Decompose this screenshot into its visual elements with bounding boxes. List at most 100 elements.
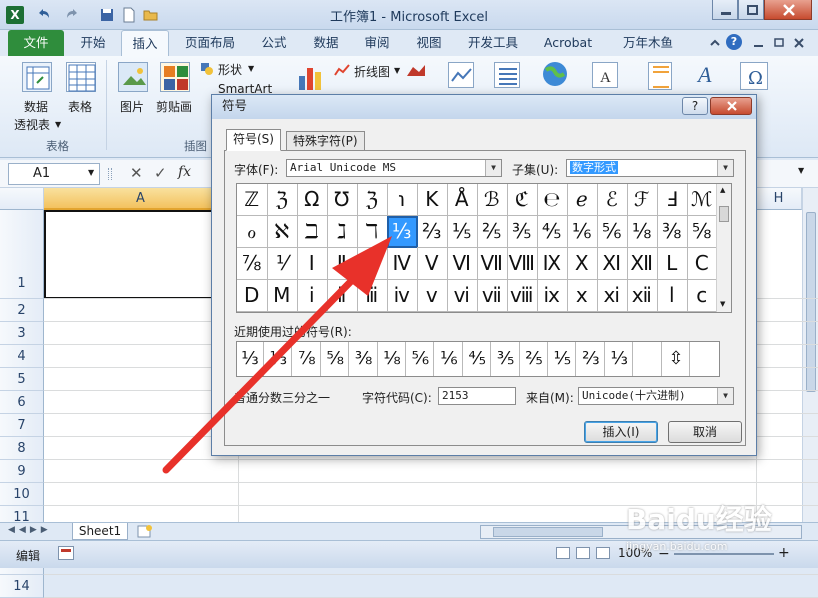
- symbol-cell[interactable]: ℰ: [597, 184, 628, 216]
- confirm-entry-icon[interactable]: ✓: [154, 164, 167, 182]
- recent-symbol-cell[interactable]: ⅜: [351, 342, 378, 376]
- insert-button[interactable]: 插入(I): [584, 421, 658, 443]
- symbol-cell[interactable]: ⅰ: [297, 280, 328, 312]
- tab-custom[interactable]: 万年木鱼: [608, 30, 688, 56]
- tab-review[interactable]: 审阅: [352, 30, 402, 56]
- recent-symbol-cell[interactable]: ⅝: [322, 342, 350, 376]
- recent-symbol-cell[interactable]: ⅚: [407, 342, 435, 376]
- row-header-4[interactable]: 4: [0, 345, 44, 368]
- symbol-cell[interactable]: ℨ: [357, 184, 388, 216]
- symbol-cell[interactable]: ℧: [327, 184, 358, 216]
- row-header-1[interactable]: 1: [0, 210, 44, 299]
- symbol-cell[interactable]: Ⅳ: [387, 248, 418, 280]
- hyperlink-globe-icon[interactable]: [540, 60, 570, 90]
- symbol-cell[interactable]: Ⅰ: [297, 248, 328, 280]
- normal-view-icon[interactable]: [556, 547, 570, 559]
- recent-symbol-cell[interactable]: ⅓: [265, 342, 293, 376]
- recent-symbol-cell[interactable]: ⅘: [464, 342, 492, 376]
- symbol-cell[interactable]: ⅖: [477, 216, 508, 248]
- chevron-down-icon[interactable]: ▼: [485, 160, 501, 176]
- symbol-cell[interactable]: ℤ: [237, 184, 268, 216]
- tab-insert[interactable]: 插入: [121, 30, 169, 56]
- symbol-cell[interactable]: ⅵ: [447, 280, 478, 312]
- collapse-ribbon-icon[interactable]: [708, 36, 722, 50]
- symbol-cell[interactable]: Ⅽ: [687, 248, 718, 280]
- symbol-cell[interactable]: ⅘: [537, 216, 568, 248]
- symbol-cell[interactable]: ⅝: [687, 216, 718, 248]
- symbol-cell[interactable]: ℵ: [267, 216, 298, 248]
- line-chart-icon[interactable]: [334, 62, 350, 78]
- symbol-cell[interactable]: Ω: [297, 184, 328, 216]
- table-icon[interactable]: [66, 62, 96, 92]
- recent-symbol-cell[interactable]: ⅔: [578, 342, 605, 376]
- select-all-corner[interactable]: [0, 188, 44, 210]
- column-header-h[interactable]: H: [756, 188, 802, 210]
- dialog-help-button[interactable]: ?: [682, 97, 708, 115]
- symbol-cell[interactable]: Ⅹ: [567, 248, 598, 280]
- restore-button[interactable]: [738, 0, 764, 20]
- symbol-cell[interactable]: Å: [447, 184, 478, 216]
- symbol-cell[interactable]: ℯ: [567, 184, 598, 216]
- symbol-cell[interactable]: ℴ: [237, 216, 268, 248]
- symbol-cell[interactable]: ⅳ: [387, 280, 418, 312]
- symbol-cell[interactable]: ⅷ: [507, 280, 538, 312]
- expand-formula-bar-icon[interactable]: ▼: [798, 166, 804, 175]
- symbol-cell[interactable]: ℬ: [477, 184, 508, 216]
- symbol-cell[interactable]: ⅔: [417, 216, 448, 248]
- scroll-down-icon[interactable]: ▼: [720, 300, 725, 308]
- symbol-cell[interactable]: ⅻ: [627, 280, 658, 312]
- line-chart-dropdown-icon[interactable]: ▼: [394, 66, 400, 75]
- wordart-icon[interactable]: A: [696, 60, 720, 88]
- sheet-tab-sheet1[interactable]: Sheet1: [72, 523, 128, 540]
- recent-symbol-cell[interactable]: ⅙: [436, 342, 463, 376]
- recent-symbol-cell[interactable]: ⅛: [379, 342, 406, 376]
- tab-symbols[interactable]: 符号(S): [226, 129, 281, 151]
- line-chart-label[interactable]: 折线图: [354, 63, 390, 80]
- recent-symbol-cell[interactable]: ⅞: [294, 342, 321, 376]
- picture-icon[interactable]: [118, 62, 148, 92]
- row-header-5[interactable]: 5: [0, 368, 44, 391]
- symbol-cell[interactable]: Ⅺ: [597, 248, 628, 280]
- row-header-3[interactable]: 3: [0, 322, 44, 345]
- name-box[interactable]: A1: [8, 163, 100, 185]
- symbol-cell[interactable]: ⅶ: [477, 280, 508, 312]
- symbol-cell[interactable]: ⅕: [447, 216, 478, 248]
- splitter-handle[interactable]: [108, 168, 112, 180]
- header-footer-icon[interactable]: [648, 62, 672, 90]
- symbol-cell[interactable]: ℭ: [507, 184, 538, 216]
- symbol-grid-scrollbar[interactable]: ▲ ▼: [716, 184, 731, 312]
- vertical-scrollbar[interactable]: [802, 188, 818, 522]
- dialog-close-button[interactable]: [710, 97, 752, 115]
- tab-home[interactable]: 开始: [66, 30, 120, 56]
- tab-formulas[interactable]: 公式: [250, 30, 298, 56]
- area-chart-icon[interactable]: [406, 62, 430, 78]
- symbol-cell[interactable]: Ⅸ: [537, 248, 568, 280]
- row-header-2[interactable]: 2: [0, 299, 44, 322]
- symbol-cell[interactable]: ℳ: [687, 184, 718, 216]
- sparkline-icon[interactable]: [448, 62, 474, 88]
- symbol-cell[interactable]: ⅽ: [687, 280, 718, 312]
- symbol-cell[interactable]: Ⅼ: [657, 248, 688, 280]
- symbol-cell[interactable]: ⅞: [237, 248, 268, 280]
- symbol-grid-scroll-thumb[interactable]: [719, 206, 729, 222]
- tab-file[interactable]: 文件: [8, 30, 64, 56]
- page-break-view-icon[interactable]: [596, 547, 610, 559]
- charcode-input[interactable]: 2153: [438, 387, 516, 405]
- insert-function-icon[interactable]: fx: [178, 164, 191, 180]
- symbol-cell[interactable]: Ⅾ: [237, 280, 268, 312]
- symbol-cell[interactable]: ⅸ: [537, 280, 568, 312]
- tab-special-characters[interactable]: 特殊字符(P): [286, 131, 365, 151]
- tab-view[interactable]: 视图: [404, 30, 454, 56]
- symbol-cell[interactable]: ℮: [537, 184, 568, 216]
- symbol-cell[interactable]: ℨ: [267, 184, 298, 216]
- row-header-7[interactable]: 7: [0, 414, 44, 437]
- symbol-cell[interactable]: Ⅿ: [267, 280, 298, 312]
- recent-symbol-cell[interactable]: ⅓: [237, 342, 264, 376]
- symbol-cell-selected[interactable]: ⅓: [387, 216, 418, 248]
- symbol-cell[interactable]: ⅚: [597, 216, 628, 248]
- pivot-table-icon[interactable]: [22, 62, 52, 92]
- symbol-cell[interactable]: ⅴ: [417, 280, 448, 312]
- scroll-up-icon[interactable]: ▲: [720, 186, 725, 194]
- textbox-icon[interactable]: A: [592, 62, 618, 88]
- symbol-cell[interactable]: Ⅲ: [357, 248, 388, 280]
